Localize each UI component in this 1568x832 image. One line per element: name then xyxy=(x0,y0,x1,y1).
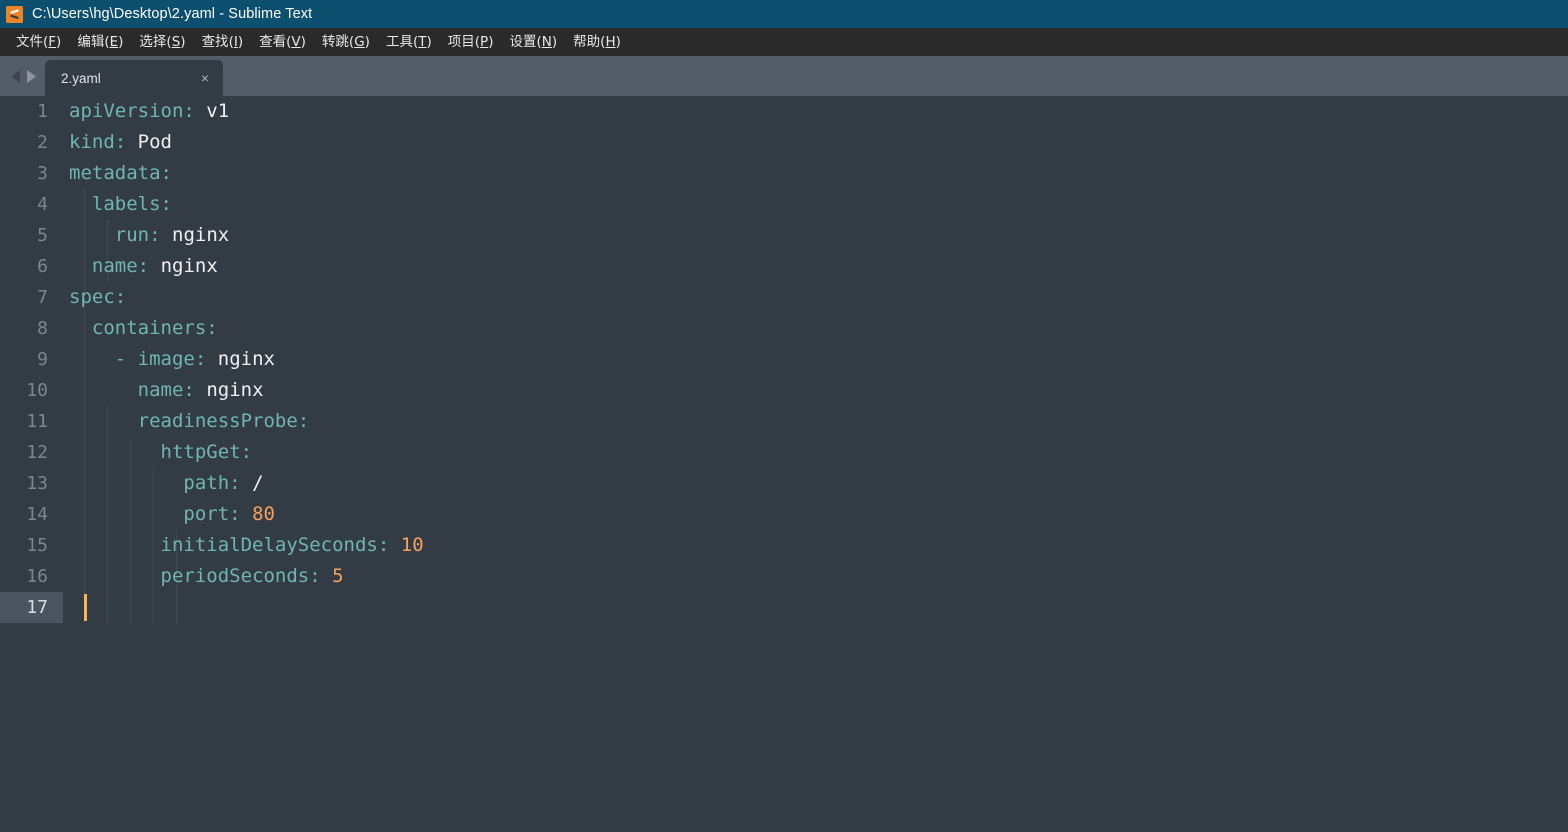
menu-item-h[interactable]: 帮助(H) xyxy=(565,28,629,56)
line-number: 3 xyxy=(37,163,48,184)
menu-item-mnemonic: (F) xyxy=(43,34,62,50)
menu-item-v[interactable]: 查看(V) xyxy=(251,28,314,56)
tab-navigation xyxy=(0,56,45,96)
code-line[interactable]: 16 periodSeconds: 5 xyxy=(0,561,1568,592)
code-line[interactable]: 2 kind: Pod xyxy=(0,127,1568,158)
line-number: 6 xyxy=(37,256,48,277)
menu-bar: 文件(F) 编辑(E) 选择(S) 查找(I) 查看(V) 转跳(G) 工具(T) 项目(P)… xyxy=(0,28,1568,56)
code-text: containers: xyxy=(91,317,218,339)
title-bar: C:\Users\hg\Desktop\2.yaml - Sublime Tex… xyxy=(0,0,1568,28)
code-text: labels: xyxy=(91,193,172,215)
code-text: httpGet: xyxy=(160,441,253,463)
code-lines: 1 apiVersion: v1 2 kind: Pod 3 metadata: 4 lab… xyxy=(0,96,1568,623)
menu-item-p[interactable]: 项目(P) xyxy=(440,28,502,56)
menu-item-label: 项目 xyxy=(447,34,475,50)
line-number: 14 xyxy=(26,504,48,525)
arrow-right-icon[interactable] xyxy=(25,69,36,83)
code-text: name: nginx xyxy=(137,379,264,401)
menu-item-mnemonic: (H) xyxy=(600,34,621,50)
code-line[interactable]: 11 readinessProbe: xyxy=(0,406,1568,437)
menu-item-mnemonic: (P) xyxy=(474,34,494,50)
window-title: C:\Users\hg\Desktop\2.yaml - Sublime Tex… xyxy=(32,6,313,22)
code-text: run: nginx xyxy=(114,224,230,246)
code-line[interactable]: 17 xyxy=(0,592,1568,623)
code-text: spec: xyxy=(69,286,127,308)
code-text: path: / xyxy=(183,472,264,494)
sublime-text-logo-icon xyxy=(6,5,23,23)
menu-item-label: 查找 xyxy=(201,34,229,50)
editor-tab-2-yaml[interactable]: 2.yaml × xyxy=(45,60,223,96)
menu-item-mnemonic: (S) xyxy=(166,34,186,50)
line-number: 10 xyxy=(26,380,48,401)
code-line[interactable]: 3 metadata: xyxy=(0,158,1568,189)
line-number: 1 xyxy=(37,101,48,122)
line-number: 8 xyxy=(37,318,48,339)
menu-item-label: 转跳 xyxy=(321,34,349,50)
line-number: 12 xyxy=(26,442,48,463)
line-number: 5 xyxy=(37,225,48,246)
code-line[interactable]: 4 labels: xyxy=(0,189,1568,220)
code-line[interactable]: 9 - image: nginx xyxy=(0,344,1568,375)
code-line[interactable]: 15 initialDelaySeconds: 10 xyxy=(0,530,1568,561)
menu-item-e[interactable]: 编辑(E) xyxy=(69,28,131,56)
code-line[interactable]: 5 run: nginx xyxy=(0,220,1568,251)
code-text: periodSeconds: 5 xyxy=(160,565,344,587)
menu-item-label: 查看 xyxy=(259,34,287,50)
text-caret xyxy=(84,594,87,621)
code-text: readinessProbe: xyxy=(137,410,310,432)
menu-item-mnemonic: (E) xyxy=(104,34,124,50)
code-line[interactable]: 7 spec: xyxy=(0,282,1568,313)
menu-item-i[interactable]: 查找(I) xyxy=(194,28,252,56)
close-icon[interactable]: × xyxy=(201,71,209,85)
menu-item-label: 设置 xyxy=(509,34,537,50)
menu-item-mnemonic: (I) xyxy=(228,34,244,50)
code-line[interactable]: 10 name: nginx xyxy=(0,375,1568,406)
code-line[interactable]: 8 containers: xyxy=(0,313,1568,344)
line-number: 4 xyxy=(37,194,48,215)
menu-item-s[interactable]: 选择(S) xyxy=(131,28,193,56)
code-text: port: 80 xyxy=(183,503,275,525)
code-text: metadata: xyxy=(69,162,172,184)
line-number: 9 xyxy=(37,349,48,370)
tab-label: 2.yaml xyxy=(61,70,101,86)
code-text: initialDelaySeconds: 10 xyxy=(160,534,424,556)
code-text: apiVersion: v1 xyxy=(69,100,230,122)
tab-bar: 2.yaml × xyxy=(0,56,1568,96)
menu-item-label: 选择 xyxy=(139,34,167,50)
line-number: 2 xyxy=(37,132,48,153)
menu-item-mnemonic: (T) xyxy=(412,34,432,50)
menu-item-mnemonic: (N) xyxy=(536,34,558,50)
menu-item-n[interactable]: 设置(N) xyxy=(501,28,565,56)
code-line[interactable]: 13 path: / xyxy=(0,468,1568,499)
arrow-left-icon[interactable] xyxy=(11,69,22,83)
line-number: 7 xyxy=(37,287,48,308)
menu-item-mnemonic: (V) xyxy=(286,34,306,50)
code-line[interactable]: 1 apiVersion: v1 xyxy=(0,96,1568,127)
code-text: kind: Pod xyxy=(69,131,172,153)
menu-item-mnemonic: (G) xyxy=(348,34,370,50)
menu-item-f[interactable]: 文件(F) xyxy=(8,28,69,56)
menu-item-t[interactable]: 工具(T) xyxy=(378,28,440,56)
code-text: - image: nginx xyxy=(114,348,275,370)
menu-item-g[interactable]: 转跳(G) xyxy=(314,28,378,56)
line-number: 16 xyxy=(26,566,48,587)
menu-item-label: 工具 xyxy=(385,34,413,50)
code-line[interactable]: 14 port: 80 xyxy=(0,499,1568,530)
menu-item-label: 文件 xyxy=(16,34,43,50)
menu-item-label: 帮助 xyxy=(573,34,601,50)
line-number: 17 xyxy=(0,592,63,623)
menu-item-label: 编辑 xyxy=(77,34,105,50)
code-line[interactable]: 12 httpGet: xyxy=(0,437,1568,468)
code-text: name: nginx xyxy=(91,255,218,277)
code-line[interactable]: 6 name: nginx xyxy=(0,251,1568,282)
line-number: 13 xyxy=(26,473,48,494)
code-editor[interactable]: 1 apiVersion: v1 2 kind: Pod 3 metadata: 4 lab… xyxy=(0,96,1568,832)
line-number: 11 xyxy=(26,411,48,432)
line-number: 15 xyxy=(26,535,48,556)
